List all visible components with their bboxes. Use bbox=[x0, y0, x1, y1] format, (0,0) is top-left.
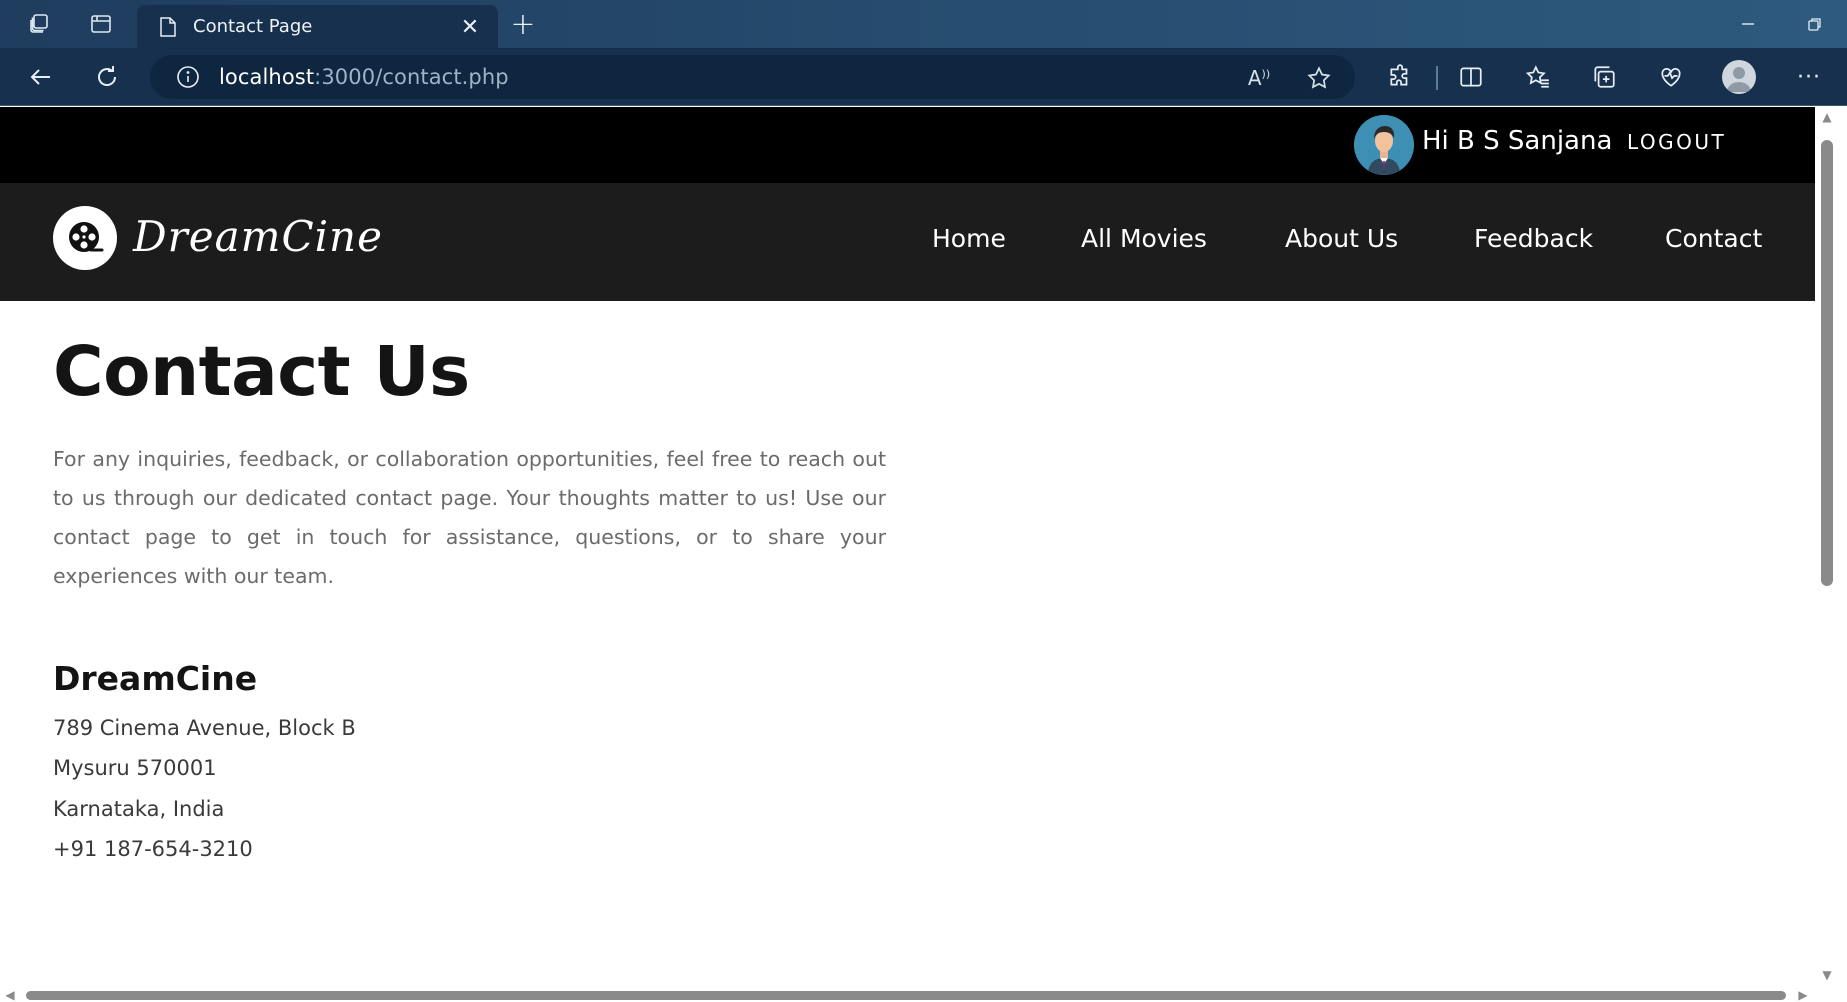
page-icon bbox=[155, 14, 181, 40]
user-bar: Hi B S Sanjana LOGOUT bbox=[0, 107, 1815, 183]
back-icon[interactable] bbox=[22, 58, 60, 96]
toolbar-divider bbox=[1436, 66, 1438, 90]
browser-essentials-icon[interactable] bbox=[1654, 60, 1688, 94]
nav-home[interactable]: Home bbox=[932, 217, 1006, 261]
new-tab-icon[interactable]: + bbox=[506, 7, 540, 42]
url-path: :3000/contact.php bbox=[314, 65, 509, 89]
refresh-icon[interactable] bbox=[88, 58, 126, 96]
vertical-scroll-thumb[interactable] bbox=[1821, 140, 1833, 586]
film-reel-logo-icon[interactable] bbox=[53, 206, 117, 270]
read-aloud-icon[interactable]: A)) bbox=[1243, 62, 1275, 94]
tab-actions-icon[interactable] bbox=[84, 8, 118, 40]
horizontal-scroll-thumb[interactable] bbox=[26, 991, 1786, 1000]
more-options-icon[interactable]: ··· bbox=[1792, 60, 1826, 94]
nav-about-us[interactable]: About Us bbox=[1285, 217, 1398, 261]
page-viewport: Hi B S Sanjana LOGOUT DreamCine Home All… bbox=[0, 107, 1815, 990]
logout-link[interactable]: LOGOUT bbox=[1627, 127, 1726, 157]
extensions-icon[interactable] bbox=[1383, 60, 1417, 94]
close-tab-icon[interactable]: ✕ bbox=[456, 13, 484, 41]
profile-avatar-icon[interactable] bbox=[1722, 60, 1756, 94]
page-title: Contact Us bbox=[53, 332, 470, 412]
split-screen-icon[interactable] bbox=[1454, 60, 1488, 94]
browser-tab-bar: Contact Page ✕ + bbox=[0, 0, 1847, 48]
address-bar[interactable]: localhost:3000/contact.php A)) bbox=[150, 55, 1355, 99]
nav-feedback[interactable]: Feedback bbox=[1474, 217, 1593, 261]
address-state: Karnataka, India bbox=[53, 797, 225, 821]
scroll-up-arrow-icon[interactable]: ▲ bbox=[1817, 110, 1837, 124]
site-info-icon[interactable] bbox=[175, 64, 201, 90]
active-tab[interactable]: Contact Page ✕ bbox=[137, 5, 498, 48]
contact-description: For any inquiries, feedback, or collabor… bbox=[53, 447, 886, 588]
favorites-icon[interactable] bbox=[1521, 60, 1555, 94]
phone-number: +91 187-654-3210 bbox=[53, 837, 253, 861]
user-avatar bbox=[1354, 115, 1414, 175]
url-text: localhost:3000/contact.php bbox=[219, 65, 509, 89]
favorite-star-icon[interactable] bbox=[1303, 62, 1335, 94]
user-greeting: Hi B S Sanjana bbox=[1422, 126, 1613, 156]
nav-all-movies[interactable]: All Movies bbox=[1081, 217, 1207, 261]
workspaces-icon[interactable] bbox=[22, 8, 56, 40]
site-navbar: DreamCine Home All Movies About Us Feedb… bbox=[0, 183, 1815, 301]
tab-title: Contact Page bbox=[193, 16, 313, 37]
minimize-icon[interactable] bbox=[1728, 8, 1768, 40]
address-city: Mysuru 570001 bbox=[53, 756, 217, 780]
collections-icon[interactable] bbox=[1587, 60, 1621, 94]
nav-contact[interactable]: Contact bbox=[1665, 217, 1762, 261]
brand-name[interactable]: DreamCine bbox=[133, 205, 383, 269]
address-street: 789 Cinema Avenue, Block B bbox=[53, 716, 356, 740]
url-host: localhost bbox=[219, 65, 315, 89]
restore-icon[interactable] bbox=[1795, 8, 1835, 40]
company-name: DreamCine bbox=[53, 659, 258, 698]
scroll-down-arrow-icon[interactable]: ▼ bbox=[1817, 968, 1837, 982]
browser-toolbar: localhost:3000/contact.php A)) ··· bbox=[0, 48, 1847, 106]
